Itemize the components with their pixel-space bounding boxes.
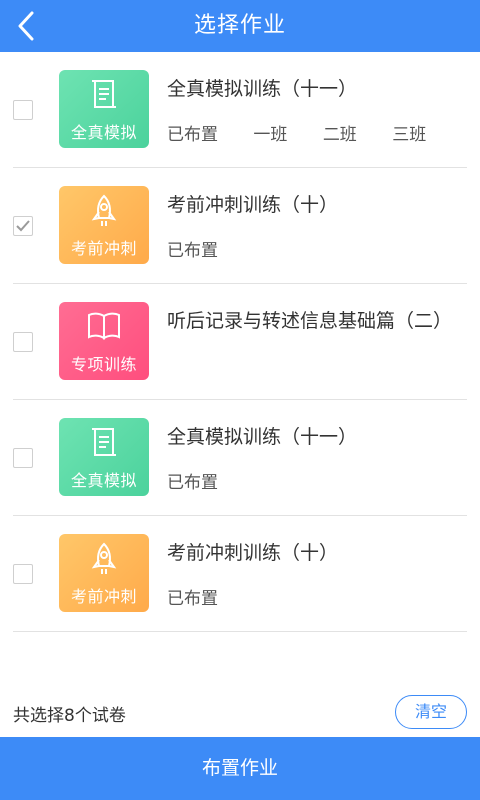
tile-label: 全真模拟: [70, 123, 137, 142]
tile-label: 专项训练: [70, 355, 137, 374]
item-title: 全真模拟训练（十一）: [167, 78, 358, 100]
category-tile: 全真模拟: [59, 70, 149, 148]
page-title: 选择作业: [193, 13, 286, 38]
status-label: 已布置: [167, 241, 218, 261]
category-tile: 考前冲刺: [59, 534, 149, 612]
tile-label: 全真模拟: [70, 471, 137, 490]
item-meta: 已布置: [167, 468, 248, 493]
category-tile: 考前冲刺: [59, 186, 149, 264]
item-checkbox[interactable]: [13, 332, 33, 352]
status-label: 已布置: [167, 125, 218, 145]
clear-button[interactable]: 清空: [395, 695, 467, 729]
document-scroll-icon: [59, 426, 149, 462]
item-meta: 已布置: [167, 236, 248, 261]
assign-homework-button[interactable]: 布置作业: [0, 737, 480, 800]
assignment-list: 全真模拟 全真模拟训练（十一） 已布置 一班 二班 三班 考前冲刺 考前冲刺训练…: [13, 52, 467, 632]
item-meta: 已布置 一班 二班 三班: [167, 120, 456, 145]
item-checkbox[interactable]: [13, 448, 33, 468]
item-title: 全真模拟训练（十一）: [167, 426, 358, 448]
status-label: 已布置: [167, 473, 218, 493]
selection-count: 共选择8个试卷: [13, 706, 126, 726]
item-checkbox[interactable]: [13, 216, 33, 236]
category-tile: 全真模拟: [59, 418, 149, 496]
category-tile: 专项训练: [59, 302, 149, 380]
class-label: 一班: [253, 125, 288, 145]
item-title: 考前冲刺训练（十）: [167, 542, 339, 564]
selection-summary: 共选择8个试卷 清空: [13, 694, 467, 730]
list-item[interactable]: 全真模拟 全真模拟训练（十一） 已布置: [13, 400, 467, 516]
open-book-icon: [59, 310, 149, 346]
rocket-icon: [59, 542, 149, 578]
item-checkbox[interactable]: [13, 100, 33, 120]
list-item[interactable]: 全真模拟 全真模拟训练（十一） 已布置 一班 二班 三班: [13, 52, 467, 168]
class-label: 二班: [322, 125, 357, 145]
app-header: 选择作业: [0, 0, 480, 52]
class-label: 三班: [392, 125, 427, 145]
item-title: 考前冲刺训练（十）: [167, 194, 339, 216]
list-item[interactable]: 专项训练 听后记录与转述信息基础篇（二）: [13, 284, 467, 400]
tile-label: 考前冲刺: [70, 239, 137, 258]
list-item[interactable]: 考前冲刺 考前冲刺训练（十） 已布置: [13, 168, 467, 284]
check-icon: [16, 220, 30, 232]
item-checkbox[interactable]: [13, 564, 33, 584]
document-scroll-icon: [59, 78, 149, 114]
item-title: 听后记录与转述信息基础篇（二）: [167, 310, 453, 332]
rocket-icon: [59, 194, 149, 230]
list-item[interactable]: 考前冲刺 考前冲刺训练（十） 已布置: [13, 516, 467, 632]
item-meta: 已布置: [167, 584, 248, 609]
tile-label: 考前冲刺: [70, 587, 137, 606]
status-label: 已布置: [167, 589, 218, 609]
